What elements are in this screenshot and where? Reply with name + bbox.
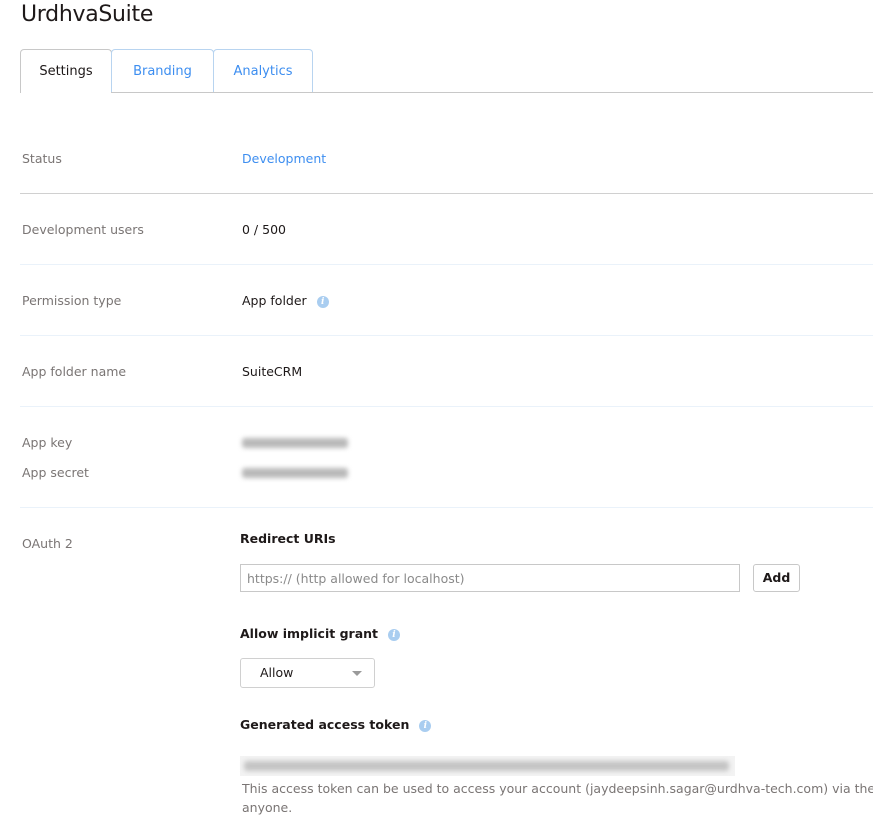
token-description-cont: anyone.: [242, 800, 293, 815]
tab-bar: Settings Branding Analytics: [20, 49, 873, 93]
access-token-redacted: [244, 761, 729, 771]
tab-analytics[interactable]: Analytics: [213, 49, 313, 92]
info-icon[interactable]: i: [388, 628, 401, 641]
divider: [20, 406, 873, 407]
add-button[interactable]: Add: [753, 564, 800, 592]
permission-label: Permission type: [22, 293, 122, 308]
tab-settings[interactable]: Settings: [20, 49, 112, 93]
divider: [20, 507, 873, 508]
folder-label: App folder name: [22, 364, 127, 379]
page-title: UrdhvaSuite: [21, 2, 154, 27]
divider: [20, 264, 873, 265]
dev-users-label: Development users: [22, 222, 144, 237]
implicit-grant-heading: Allow implicit grant: [240, 626, 379, 641]
info-icon[interactable]: i: [419, 719, 432, 732]
tab-branding[interactable]: Branding: [111, 49, 214, 92]
app-key-label: App key: [22, 435, 73, 450]
info-icon[interactable]: i: [316, 295, 329, 308]
app-key-value-redacted: [242, 438, 348, 448]
chevron-down-icon: [352, 671, 362, 676]
implicit-grant-value: Allow: [260, 665, 294, 680]
redirect-uri-input[interactable]: [240, 564, 740, 592]
app-secret-value-redacted: [242, 468, 348, 478]
divider: [20, 335, 873, 336]
token-heading: Generated access token: [240, 717, 410, 732]
status-label: Status: [22, 151, 62, 166]
permission-value-wrap: App folder i: [242, 293, 329, 308]
status-value: Development: [242, 151, 327, 166]
token-heading-wrap: Generated access token i: [240, 717, 432, 732]
redirect-uris-heading: Redirect URIs: [240, 531, 336, 546]
implicit-grant-select[interactable]: Allow: [240, 658, 375, 688]
oauth-label: OAuth 2: [22, 536, 73, 551]
token-description: This access token can be used to access …: [242, 781, 873, 796]
divider: [20, 193, 873, 194]
app-secret-label: App secret: [22, 465, 89, 480]
folder-value: SuiteCRM: [242, 364, 303, 379]
dev-users-value: 0 / 500: [242, 222, 286, 237]
permission-value: App folder: [242, 293, 307, 308]
implicit-grant-heading-wrap: Allow implicit grant i: [240, 626, 401, 641]
